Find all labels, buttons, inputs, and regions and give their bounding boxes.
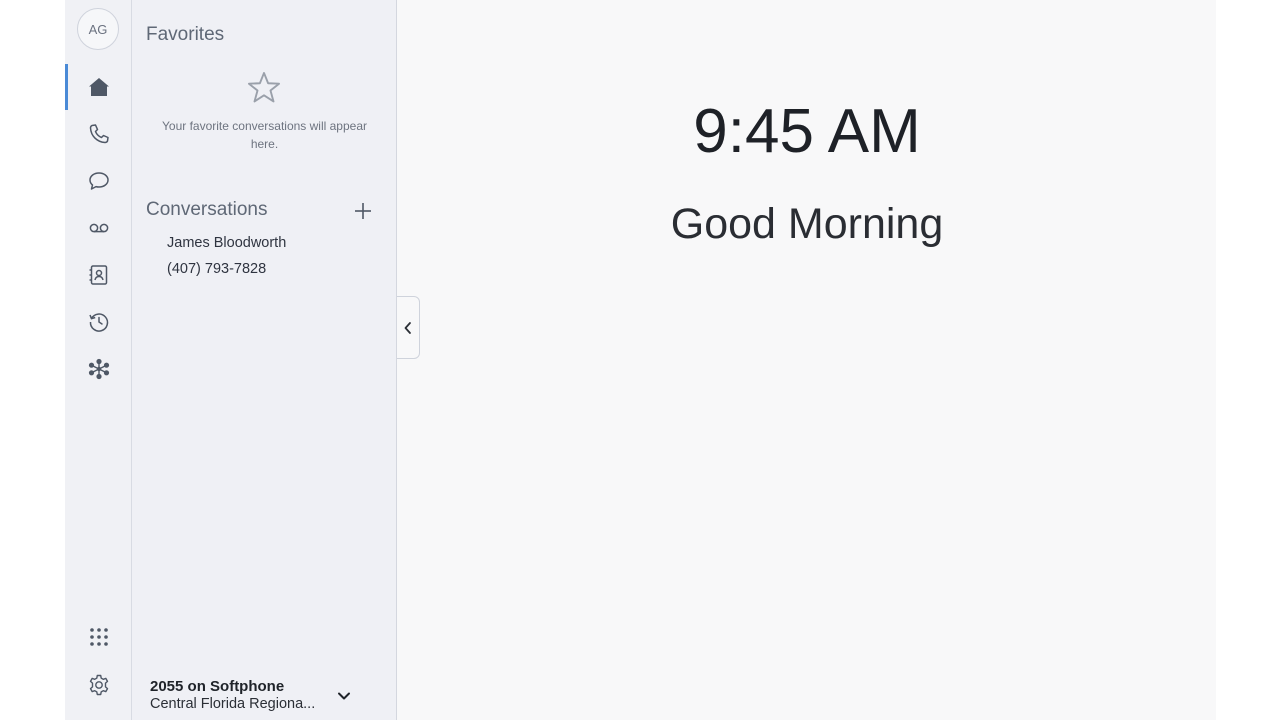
chat-icon	[88, 172, 109, 190]
nav-rail: AG	[65, 0, 132, 720]
nav-apps[interactable]	[65, 346, 132, 392]
user-avatar[interactable]: AG	[77, 8, 119, 50]
side-panel: Favorites Your favorite conversations wi…	[132, 0, 397, 720]
add-conversation-button[interactable]	[350, 198, 376, 224]
conversation-item[interactable]: James Bloodworth	[167, 235, 286, 251]
conversation-item[interactable]: (407) 793-7828	[167, 261, 266, 277]
favorites-empty-text: Your favorite conversations will appear …	[162, 119, 368, 151]
dialpad-button[interactable]	[65, 614, 132, 660]
settings-gear-icon	[89, 674, 108, 696]
conversations-title: Conversations	[146, 199, 268, 220]
main-content: 9:45 AM Good Morning	[398, 0, 1216, 720]
plus-icon	[355, 203, 371, 219]
greeting-text: Good Morning	[670, 200, 944, 248]
app-window: AG Favorites Your favorite conversations…	[65, 0, 1216, 720]
voicemail-icon	[89, 223, 108, 233]
apps-asterisk-icon	[88, 358, 109, 380]
star-icon	[248, 72, 280, 103]
nav-messages[interactable]	[65, 158, 132, 204]
user-initials: AG	[88, 21, 108, 37]
current-time: 9:45 AM	[693, 97, 921, 166]
nav-contacts[interactable]	[65, 252, 132, 298]
nav-home[interactable]	[65, 64, 132, 110]
nav-voicemail[interactable]	[65, 205, 132, 251]
history-icon	[88, 313, 108, 332]
phone-line-selector[interactable]: 2055 on Softphone Central Florida Region…	[150, 678, 380, 716]
nav-history[interactable]	[65, 299, 132, 345]
home-icon	[88, 78, 109, 96]
contacts-icon	[89, 265, 107, 285]
dialpad-icon	[89, 628, 108, 646]
nav-calls[interactable]	[65, 111, 132, 157]
settings-button[interactable]	[65, 662, 132, 708]
phone-icon	[89, 124, 109, 144]
favorites-title: Favorites	[146, 24, 225, 45]
chevron-down-icon	[338, 692, 350, 700]
